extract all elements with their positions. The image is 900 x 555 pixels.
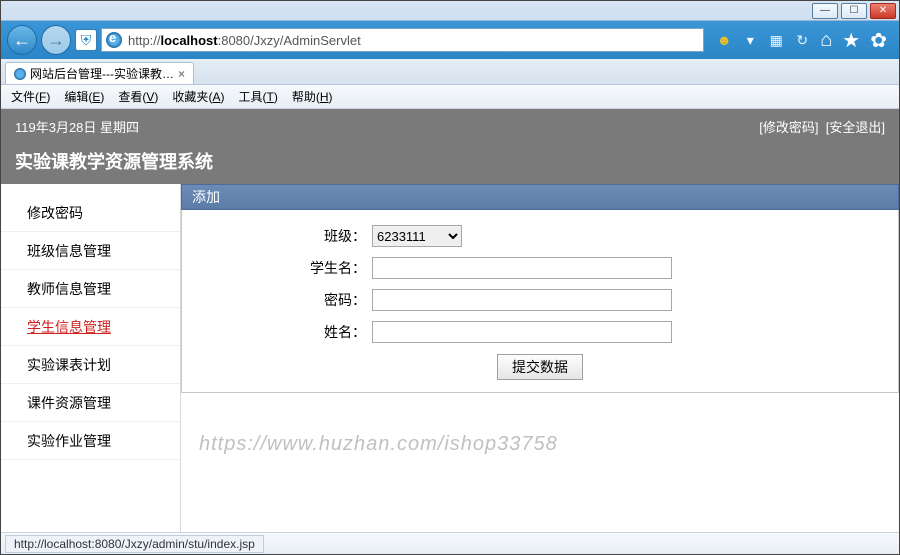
main-panel: 添加 班级： 6233111 学生名： 密码： <box>181 184 899 532</box>
tab-close-button[interactable]: × <box>178 67 185 81</box>
sidebar-item-courseware-manage[interactable]: 课件资源管理 <box>1 384 180 422</box>
label-password: 密码： <box>182 290 372 310</box>
sidebar-item-label: 修改密码 <box>27 203 83 223</box>
sidebar-item-label: 实验课表计划 <box>27 355 111 375</box>
addressbar-icons: ☻ ▾ ▦ ↻ <box>716 32 810 48</box>
forward-button[interactable]: → <box>41 25 71 55</box>
close-window-button[interactable]: ✕ <box>870 3 896 19</box>
status-bar: http://localhost:8080/Jxzy/admin/stu/ind… <box>1 532 899 554</box>
browser-tab[interactable]: 网站后台管理---实验课教… × <box>5 62 194 84</box>
dropdown-icon[interactable]: ▾ <box>742 32 758 48</box>
url-port: :8080 <box>218 33 251 48</box>
realname-input[interactable] <box>372 321 672 343</box>
compat-view-button[interactable]: ⛨ <box>75 29 97 51</box>
page-header: 119年3月28日 星期四 [修改密码] [安全退出] 实验课教学资源管理系统 <box>1 109 899 184</box>
tab-title: 网站后台管理---实验课教… <box>30 65 174 82</box>
label-username: 学生名： <box>182 258 372 278</box>
menu-bar: 文件(F) 编辑(E) 查看(V) 收藏夹(A) 工具(T) 帮助(H) <box>1 85 899 109</box>
sidebar-item-teacher-manage[interactable]: 教师信息管理 <box>1 270 180 308</box>
sidebar-item-student-manage[interactable]: 学生信息管理 <box>1 308 180 346</box>
header-links: [修改密码] [安全退出] <box>759 117 885 136</box>
minimize-button[interactable]: — <box>812 3 838 19</box>
browser-window: — ☐ ✕ ← → ⛨ http://localhost:8080/Jxzy/A… <box>0 0 900 555</box>
forward-arrow-icon: → <box>47 30 65 51</box>
settings-gear-icon[interactable]: ✿ <box>870 28 887 53</box>
refresh-icon[interactable]: ↻ <box>794 32 810 48</box>
menu-edit[interactable]: 编辑(E) <box>64 88 104 105</box>
url-scheme: http:// <box>128 33 161 48</box>
label-class: 班级： <box>182 226 372 246</box>
sidebar-item-label: 课件资源管理 <box>27 393 111 413</box>
menu-tools[interactable]: 工具(T) <box>238 88 277 105</box>
tab-strip: 网站后台管理---实验课教… × <box>1 59 899 85</box>
sidebar-item-label: 班级信息管理 <box>27 241 111 261</box>
address-bar[interactable]: http://localhost:8080/Jxzy/AdminServlet <box>101 28 704 52</box>
ie-icon <box>106 32 122 48</box>
change-password-link[interactable]: [修改密码] <box>759 120 818 135</box>
label-realname: 姓名： <box>182 322 372 342</box>
page-title: 实验课教学资源管理系统 <box>15 148 885 174</box>
menu-file[interactable]: 文件(F) <box>11 88 50 105</box>
browser-toolbar: ← → ⛨ http://localhost:8080/Jxzy/AdminSe… <box>1 21 899 59</box>
username-input[interactable] <box>372 257 672 279</box>
smiley-icon[interactable]: ☻ <box>716 32 732 48</box>
url-host: localhost <box>161 33 218 48</box>
favorites-icon[interactable]: ★ <box>842 28 860 53</box>
password-input[interactable] <box>372 289 672 311</box>
sidebar-item-schedule-plan[interactable]: 实验课表计划 <box>1 346 180 384</box>
class-select[interactable]: 6233111 <box>372 225 462 247</box>
sidebar: 修改密码 班级信息管理 教师信息管理 学生信息管理 实验课表计划 课件资源管理 … <box>1 184 181 532</box>
add-student-form: 班级： 6233111 学生名： 密码： 姓名： <box>181 210 899 393</box>
grid-icon[interactable]: ▦ <box>768 32 784 48</box>
header-date: 119年3月28日 星期四 <box>15 117 139 136</box>
page-body: 修改密码 班级信息管理 教师信息管理 学生信息管理 实验课表计划 课件资源管理 … <box>1 184 899 532</box>
sidebar-item-homework-manage[interactable]: 实验作业管理 <box>1 422 180 460</box>
sidebar-item-label: 教师信息管理 <box>27 279 111 299</box>
sidebar-item-change-password[interactable]: 修改密码 <box>1 194 180 232</box>
back-button[interactable]: ← <box>7 25 37 55</box>
url-path: /Jxzy/AdminServlet <box>250 33 361 48</box>
tab-favicon-icon <box>14 68 26 80</box>
home-icon[interactable]: ⌂ <box>820 29 832 52</box>
menu-favorites[interactable]: 收藏夹(A) <box>172 88 224 105</box>
shield-icon: ⛨ <box>81 32 92 49</box>
maximize-button[interactable]: ☐ <box>841 3 867 19</box>
sidebar-item-label: 学生信息管理 <box>27 317 111 337</box>
submit-button[interactable]: 提交数据 <box>497 354 583 380</box>
sidebar-item-label: 实验作业管理 <box>27 431 111 451</box>
menu-help[interactable]: 帮助(H) <box>292 88 333 105</box>
status-url: http://localhost:8080/Jxzy/admin/stu/ind… <box>5 535 264 553</box>
panel-title: 添加 <box>181 184 899 210</box>
logout-link[interactable]: [安全退出] <box>826 120 885 135</box>
watermark-text: https://www.huzhan.com/ishop33758 <box>199 433 899 456</box>
menu-view[interactable]: 查看(V) <box>118 88 158 105</box>
browser-right-tools: ⌂ ★ ✿ <box>814 28 893 53</box>
sidebar-item-class-manage[interactable]: 班级信息管理 <box>1 232 180 270</box>
back-arrow-icon: ← <box>13 30 31 51</box>
os-titlebar: — ☐ ✕ <box>1 1 899 21</box>
